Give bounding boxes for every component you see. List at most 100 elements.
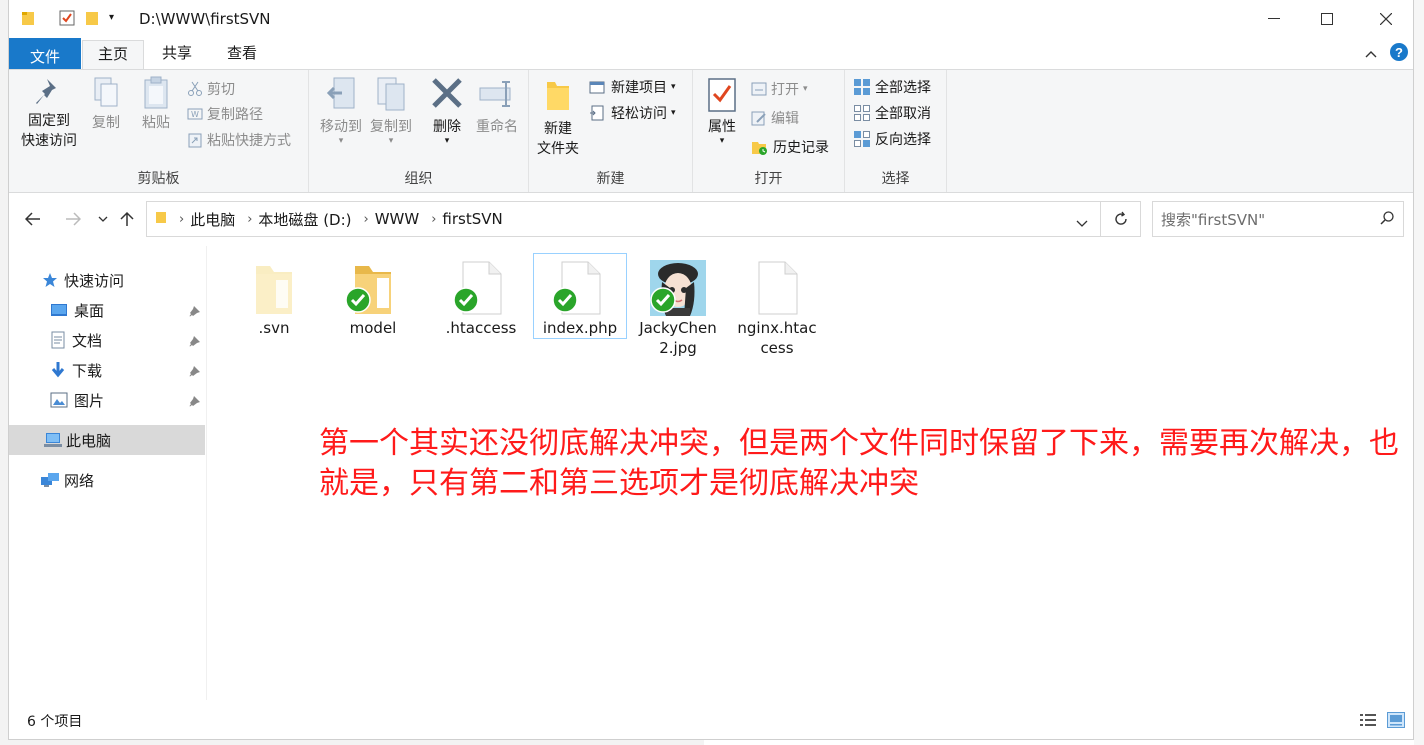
copy-to-icon: [377, 77, 405, 111]
new-group-label: 新建: [596, 171, 625, 187]
nav-documents-label: 文档: [72, 331, 103, 350]
search-placeholder: 搜索"firstSVN": [1161, 210, 1266, 229]
open-button[interactable]: 打开 ▾: [751, 78, 808, 100]
tab-share[interactable]: 共享: [148, 40, 206, 69]
copy-path-button[interactable]: W 复制路径: [187, 103, 263, 125]
edit-label: 编辑: [771, 111, 799, 127]
invert-selection-label: 反向选择: [875, 132, 931, 148]
breadcrumb-separator-icon[interactable]: ›: [247, 212, 252, 227]
rename-icon: [479, 81, 511, 107]
breadcrumb-this-pc[interactable]: 此电脑: [190, 209, 235, 230]
select-none-button[interactable]: 全部取消: [853, 102, 931, 124]
search-icon: [1379, 210, 1395, 230]
new-item-button[interactable]: 新建项目 ▾: [589, 76, 676, 98]
copy-button[interactable]: 复制: [83, 76, 129, 133]
svg-text:?: ?: [1395, 45, 1403, 60]
breadcrumb-www[interactable]: WWW: [375, 210, 420, 228]
breadcrumb-firstsvn[interactable]: firstSVN: [442, 210, 502, 228]
nav-documents[interactable]: 文档: [9, 325, 205, 355]
breadcrumb-separator-icon[interactable]: ›: [179, 212, 184, 227]
tab-file[interactable]: 文件: [9, 38, 81, 69]
copy-path-icon: W: [187, 108, 203, 120]
address-bar[interactable]: › 此电脑 › 本地磁盘 (D:) › WWW › firstSVN: [146, 201, 1101, 237]
help-icon[interactable]: ?: [1389, 42, 1409, 66]
refresh-icon: [1114, 211, 1127, 225]
tab-home[interactable]: 主页: [82, 40, 144, 69]
paste-shortcut-label: 粘贴快捷方式: [207, 133, 291, 149]
breadcrumb-local-disk[interactable]: 本地磁盘 (D:): [258, 209, 351, 230]
pin-quick-access-button[interactable]: 固定到 快速访问: [17, 76, 81, 151]
select-all-icon: [854, 79, 870, 95]
nav-desktop[interactable]: 桌面: [9, 295, 205, 325]
nav-this-pc[interactable]: 此电脑: [9, 425, 205, 455]
properties-dropdown-icon: ▾: [719, 136, 725, 146]
invert-selection-button[interactable]: 反向选择: [853, 128, 931, 150]
nav-downloads[interactable]: 下载: [9, 355, 205, 385]
delete-x-icon: [432, 78, 462, 108]
nav-quick-access[interactable]: 快速访问: [9, 265, 205, 295]
maximize-button[interactable]: [1304, 0, 1350, 38]
forward-arrow-icon[interactable]: [61, 207, 85, 231]
cut-button[interactable]: 剪切: [187, 78, 235, 100]
navigation-pane: 快速访问 桌面 文档 下载 图片 此电脑 网络: [9, 246, 207, 700]
collapse-ribbon-icon[interactable]: [1365, 46, 1377, 62]
breadcrumb-separator-icon[interactable]: ›: [364, 212, 369, 227]
file-item-jackychen2-jpg[interactable]: JackyChen2.jpg: [631, 252, 725, 358]
paste-button[interactable]: 粘贴: [133, 76, 179, 133]
easy-access-icon: [590, 105, 604, 121]
clipboard-group: 固定到 快速访问 复制 粘贴 剪切 W 复制路径 粘贴快捷方式 剪贴板: [9, 70, 309, 192]
details-view-icon[interactable]: [1359, 712, 1377, 732]
file-item-model[interactable]: model: [326, 252, 420, 338]
paste-shortcut-button[interactable]: 粘贴快捷方式: [187, 129, 291, 151]
back-arrow-icon[interactable]: [21, 207, 45, 231]
customize-toolbar-icon[interactable]: ▾: [109, 12, 114, 23]
move-to-button[interactable]: 移动到 ▾: [315, 76, 367, 146]
file-item-svn[interactable]: .svn: [227, 252, 321, 338]
delete-button[interactable]: 删除 ▾: [425, 76, 469, 146]
rename-label: 重命名: [476, 119, 518, 135]
item-count: 6 个项目: [27, 714, 83, 730]
properties-button[interactable]: 属性 ▾: [699, 76, 745, 146]
clipboard-group-label: 剪贴板: [137, 171, 180, 187]
new-folder-quick-icon[interactable]: [85, 10, 99, 30]
address-history-chevron-icon[interactable]: [1076, 215, 1088, 231]
nav-network-label: 网络: [64, 471, 95, 490]
rename-button[interactable]: 重命名: [471, 76, 523, 137]
nav-desktop-label: 桌面: [74, 301, 105, 320]
file-item-htaccess[interactable]: .htaccess: [434, 252, 528, 338]
breadcrumb-separator-icon[interactable]: ›: [431, 212, 436, 227]
cut-label: 剪切: [207, 82, 235, 98]
delete-label: 删除: [433, 119, 461, 135]
minimize-button[interactable]: [1251, 0, 1297, 38]
easy-access-button[interactable]: 轻松访问 ▾: [589, 102, 676, 124]
history-button[interactable]: 历史记录: [751, 136, 829, 158]
up-arrow-icon[interactable]: [115, 207, 139, 231]
properties-label: 属性: [708, 119, 736, 135]
select-all-button[interactable]: 全部选择: [853, 76, 931, 98]
easy-access-dropdown-icon: ▾: [671, 108, 676, 118]
large-icons-view-icon[interactable]: [1387, 712, 1405, 732]
select-group: 全部选择 全部取消 反向选择 选择: [845, 70, 947, 192]
file-item-index-php[interactable]: index.php: [533, 253, 627, 339]
copy-to-label: 复制到: [370, 119, 412, 135]
close-button[interactable]: [1363, 0, 1409, 38]
copy-to-button[interactable]: 复制到 ▾: [365, 76, 417, 146]
recent-locations-chevron-icon[interactable]: [91, 207, 115, 231]
refresh-button[interactable]: [1101, 201, 1141, 237]
pin-icon: [36, 79, 56, 104]
copy-label: 复制: [92, 115, 120, 131]
nav-network[interactable]: 网络: [9, 465, 205, 495]
new-item-icon: [589, 81, 605, 94]
properties-quick-icon[interactable]: [59, 10, 75, 30]
new-folder-button[interactable]: 新建 文件夹: [533, 76, 583, 159]
select-group-label: 选择: [881, 171, 910, 187]
edit-button[interactable]: 编辑: [751, 107, 799, 129]
background-window-right: [1414, 0, 1424, 745]
tab-view[interactable]: 查看: [213, 40, 271, 69]
nav-pictures[interactable]: 图片: [9, 385, 205, 415]
pictures-icon: [50, 392, 68, 408]
file-item-nginx-htaccess[interactable]: nginx.htaccess: [730, 252, 824, 358]
copy-path-label: 复制路径: [207, 107, 263, 123]
organize-group-label: 组织: [404, 171, 433, 187]
search-input[interactable]: 搜索"firstSVN": [1152, 201, 1404, 237]
